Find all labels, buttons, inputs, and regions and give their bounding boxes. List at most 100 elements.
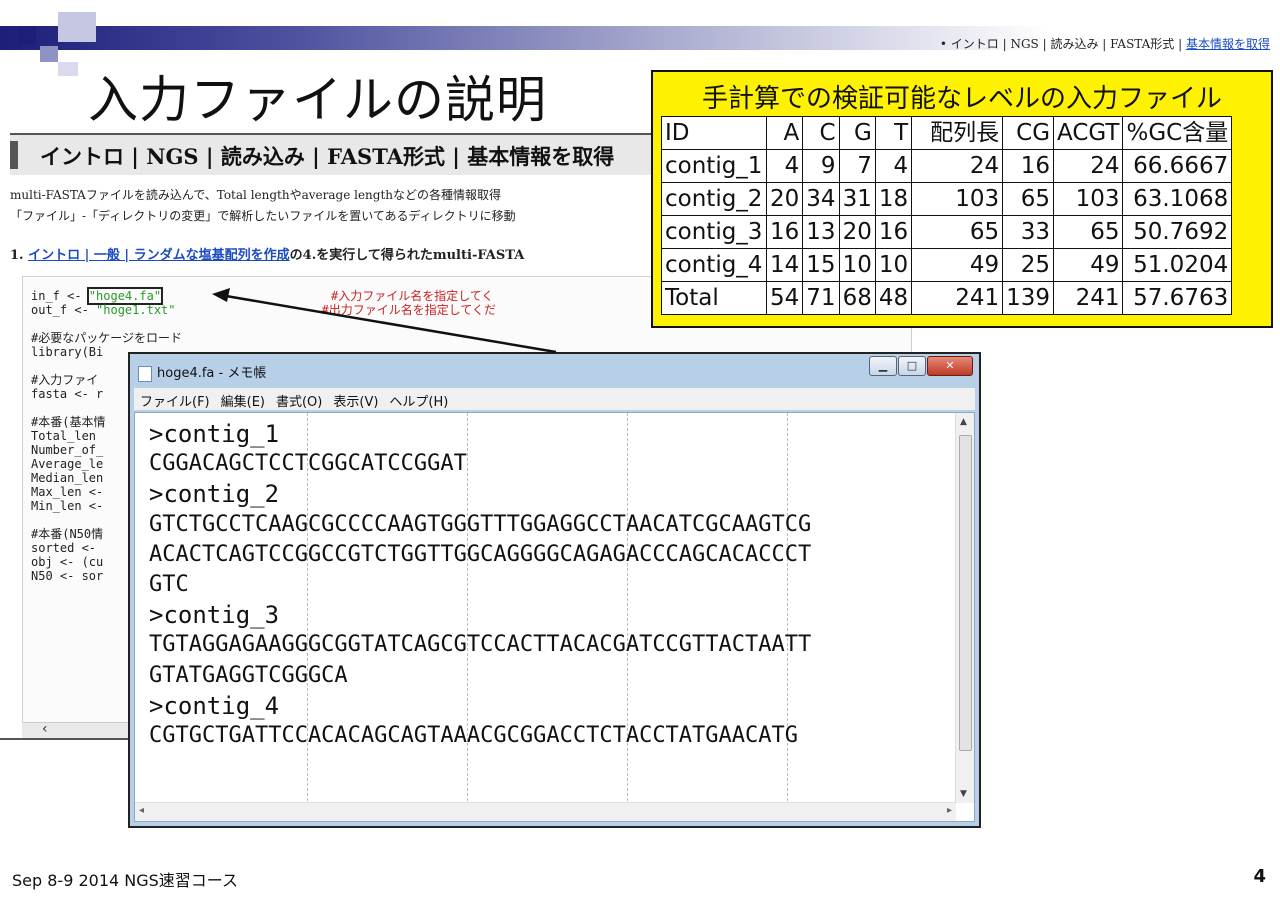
header-cell: 配列長 [911, 116, 1004, 150]
cell-cg: 33 [1002, 215, 1055, 249]
input-filename-highlight: "hoge4.fa" [86, 287, 164, 305]
cell-id: contig_3 [661, 215, 767, 249]
table-row: contig_1 4 9 7 4 24 16 24 66.6667 [661, 149, 1233, 183]
scroll-left-icon[interactable]: ‹ [42, 721, 48, 737]
decor-square [58, 12, 96, 42]
vertical-scrollbar[interactable]: ▲ ▼ [955, 413, 974, 803]
table-row: contig_4 14 15 10 10 49 25 49 51.0204 [661, 248, 1233, 282]
cell-a: 54 [765, 281, 804, 315]
scroll-up-icon[interactable]: ▲ [960, 417, 967, 427]
scroll-left-icon[interactable]: ◂ [139, 805, 144, 816]
window-title: hoge4.fa - メモ帳 [138, 362, 266, 382]
cell-acgt: 103 [1053, 182, 1124, 216]
fasta-header-line: >contig_4 [149, 691, 280, 720]
cell-cg: 65 [1002, 182, 1055, 216]
breadcrumb-prefix: • イントロ | NGS | 読み込み | FASTA形式 | [939, 37, 1186, 51]
minimize-button[interactable]: ▁ [869, 356, 897, 376]
webpage-heading: イントロ | NGS | 読み込み | FASTA形式 | 基本情報を取得 [10, 133, 660, 175]
code-line: library(Bi [31, 345, 104, 359]
webpage-heading-text: イントロ | NGS | 読み込み | FASTA形式 | 基本情報を取得 [40, 144, 615, 169]
fasta-header-line: >contig_1 [149, 420, 280, 448]
decor-square [18, 26, 36, 44]
code-line: Max_len <- [31, 485, 104, 499]
cell-g: 7 [838, 149, 876, 183]
header-cell: G [838, 116, 876, 150]
menu-help[interactable]: ヘルプ(H) [383, 388, 453, 410]
cell-c: 71 [802, 281, 840, 315]
code-line: #入力ファイ [31, 373, 99, 387]
maximize-button[interactable]: □ [898, 356, 926, 376]
slide-footer: Sep 8-9 2014 NGS速習コース [12, 871, 238, 890]
header-cell: A [765, 116, 804, 150]
fasta-sequence-line: TGTAGGAGAAGGGCGGTATCAGCGTCCACTTACACGATCC… [149, 632, 812, 658]
header-cell: T [874, 116, 913, 150]
cell-t: 18 [874, 182, 913, 216]
cell-acgt: 241 [1053, 281, 1124, 315]
fasta-sequence-line: GTCTGCCTCAAGCGCCCCAAGTGGGTTTGGAGGCCTAACA… [149, 511, 812, 537]
step-suffix: の4.を実行して得られたmulti-FASTA [289, 248, 525, 263]
cell-cg: 25 [1002, 248, 1055, 282]
table-row: contig_2 20 34 31 18 103 65 103 63.1068 [661, 182, 1233, 216]
code-line: #必要なパッケージをロード [31, 331, 182, 345]
cell-a: 4 [765, 149, 804, 183]
text-editor-area[interactable]: >contig_1 CGGACAGCTCCTCGGCATCCGGAT >contig… [134, 412, 975, 822]
table-row: contig_3 16 13 20 16 65 33 65 50.7692 [661, 215, 1233, 249]
step-prefix: 1. [10, 248, 29, 263]
cell-t: 4 [874, 149, 913, 183]
fasta-sequence-line: GTATGAGGTCGGGCA [149, 662, 348, 688]
heading-bar [10, 141, 18, 169]
cell-gc-percent: 51.0204 [1122, 248, 1233, 282]
menu-view[interactable]: 表示(V) [327, 388, 383, 410]
breadcrumb: • イントロ | NGS | 読み込み | FASTA形式 | 基本情報を取得 [940, 35, 1270, 52]
fasta-header-line: >contig_2 [149, 480, 280, 509]
fasta-sequence-line: CGTGCTGATTCCACACAGCAGTAAACGCGGACCTCTACCT… [149, 723, 799, 749]
cell-gc-percent: 63.1068 [1122, 182, 1233, 216]
header-cell: %GC含量 [1122, 116, 1233, 150]
webpage-paragraph-2: 「ファイル」-「ディレクトリの変更」で解析したいファイルを置いてあるディレクトリ… [10, 209, 516, 223]
menu-edit[interactable]: 編集(E) [215, 388, 270, 410]
cell-c: 34 [802, 182, 840, 216]
code-line: Number_of_ [31, 443, 104, 457]
cell-c: 15 [802, 248, 840, 282]
menu-bar: ファイル(F) 編集(E) 書式(O) 表示(V) ヘルプ(H) [134, 388, 975, 410]
cell-a: 14 [765, 248, 804, 282]
cell-g: 31 [838, 182, 876, 216]
fasta-sequence-line: GTC [149, 572, 189, 598]
window-title-text: hoge4.fa - メモ帳 [157, 366, 267, 381]
close-button[interactable]: ✕ [927, 356, 973, 376]
divider [0, 738, 130, 740]
table-header-row: ID A C G T 配列長 CG ACGT %GC含量 [661, 116, 1233, 150]
breadcrumb-link[interactable]: 基本情報を取得 [1186, 37, 1270, 51]
cell-length: 103 [911, 182, 1004, 216]
step-link[interactable]: イントロ | 一般 | ランダムな塩基配列を作成 [28, 248, 290, 263]
table-total-row: Total 54 71 68 48 241 139 241 57.6763 [661, 281, 1233, 315]
decor-square [40, 46, 58, 62]
menu-file[interactable]: ファイル(F) [134, 388, 215, 410]
cell-a: 16 [765, 215, 804, 249]
webpage-paragraph-1: multi-FASTAファイルを読み込んで、Total lengthやavera… [10, 188, 502, 202]
scroll-thumb[interactable] [959, 435, 972, 751]
cell-acgt: 65 [1053, 215, 1124, 249]
cell-acgt: 24 [1053, 149, 1124, 183]
code-line: sorted <- [31, 541, 104, 555]
horizontal-scrollbar[interactable]: ◂ ▸ [135, 802, 956, 821]
cell-t: 10 [874, 248, 913, 282]
fasta-sequence-line: CGGACAGCTCCTCGGCATCCGGAT [149, 451, 467, 477]
menu-format[interactable]: 書式(O) [270, 388, 327, 410]
scroll-right-icon[interactable]: ▸ [947, 805, 952, 816]
stats-table: ID A C G T 配列長 CG ACGT %GC含量 contig_1 4 … [661, 116, 1233, 315]
header-cell: C [802, 116, 840, 150]
verification-callout: 手計算での検証可能なレベルの入力ファイル ID A C G T 配列長 CG A… [651, 70, 1273, 328]
page-number: 4 [1253, 866, 1266, 887]
scroll-down-icon[interactable]: ▼ [960, 789, 967, 799]
code-line: Total_len [31, 429, 104, 443]
code-horizontal-scrollbar[interactable]: ‹ [22, 721, 132, 739]
cell-length: 49 [911, 248, 1004, 282]
cell-cg: 139 [1002, 281, 1055, 315]
cell-g: 20 [838, 215, 876, 249]
code-line: #本番(基本情 [31, 415, 106, 429]
code-line: in_f <- "hoge4.fa" #入力ファイル名を指定してく [31, 287, 494, 305]
fasta-header-line: >contig_3 [149, 601, 280, 630]
code-line: fasta <- r [31, 387, 104, 401]
code-line: Average_le [31, 457, 104, 471]
